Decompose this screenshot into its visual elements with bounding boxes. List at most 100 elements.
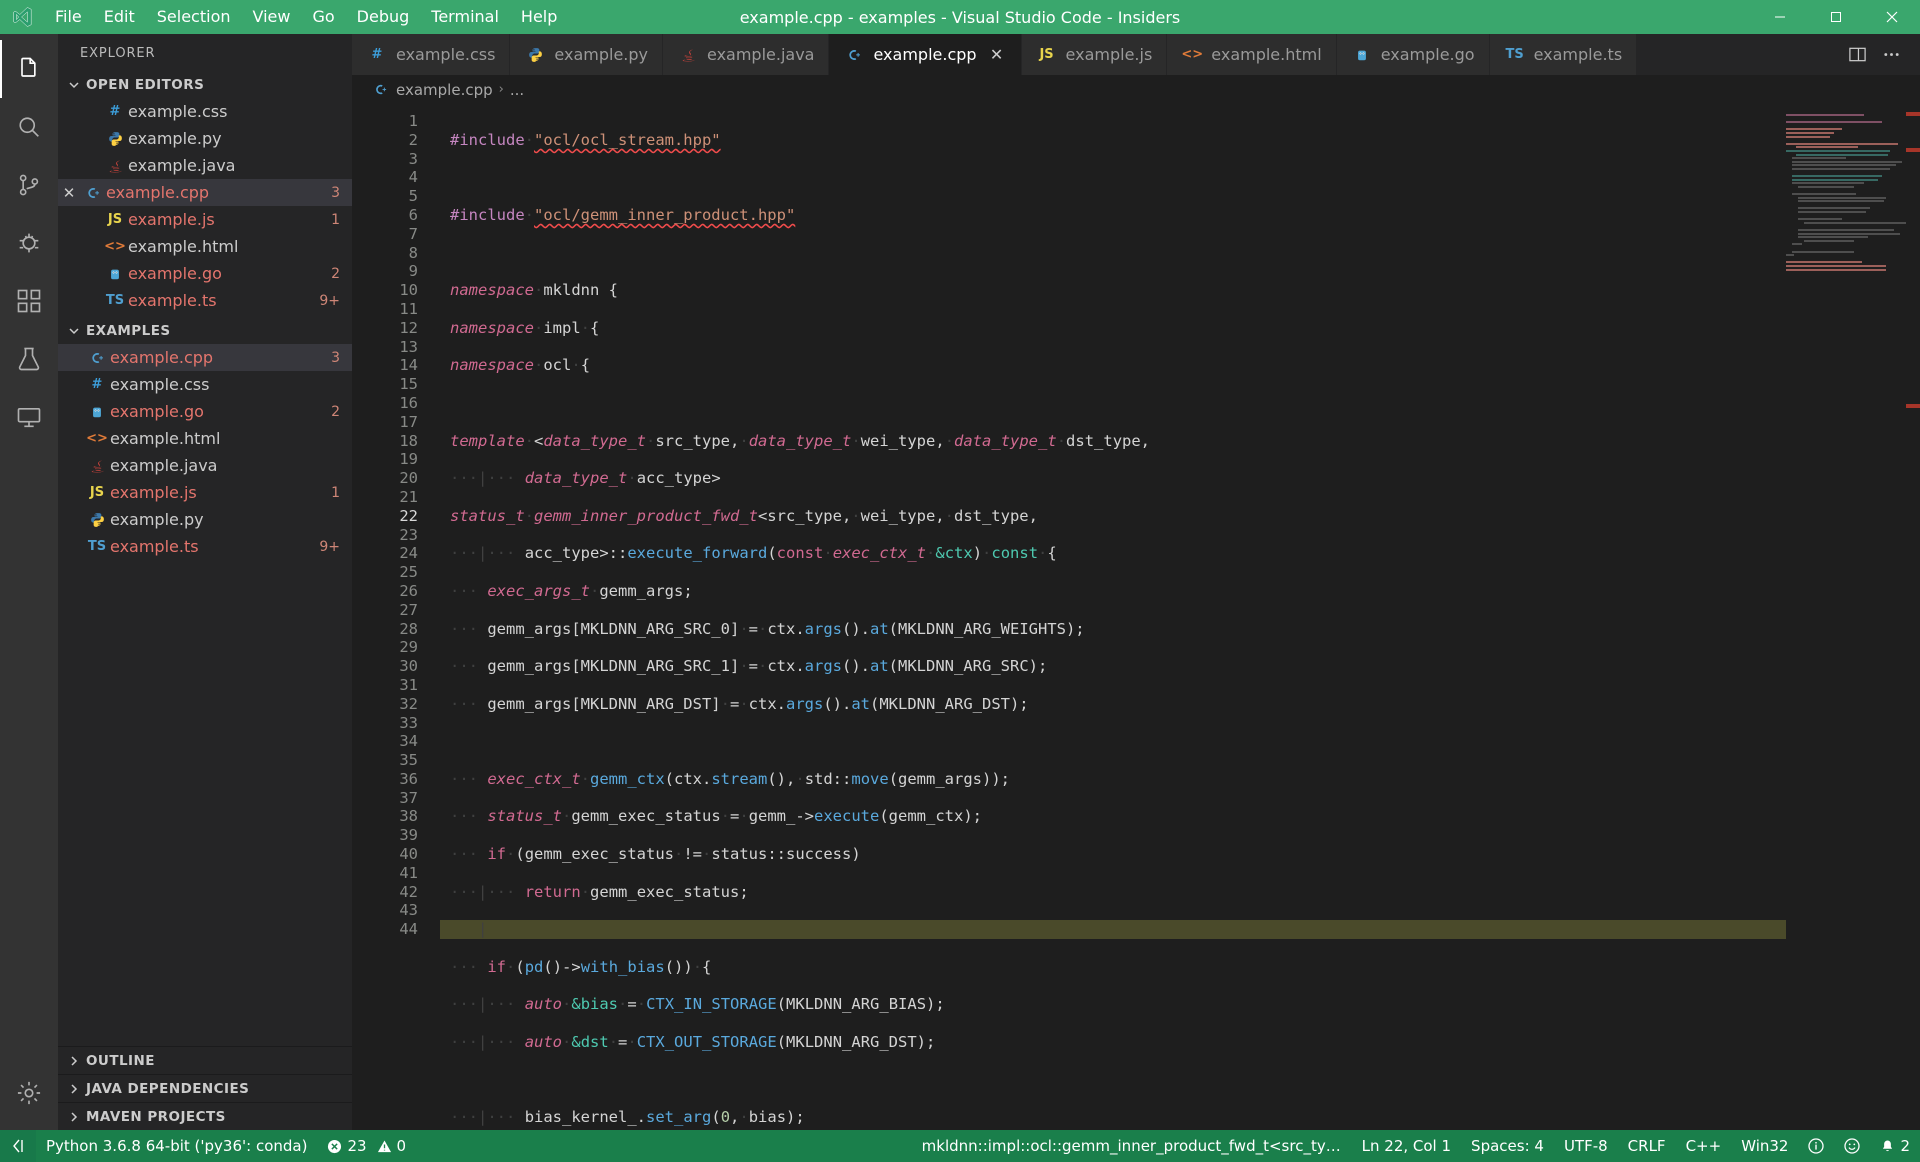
code-editor[interactable]: 123 456 789 101112 131415 161718 192021 … (352, 104, 1920, 1130)
menu-file[interactable]: File (44, 3, 93, 31)
eol-status[interactable]: CRLF (1618, 1130, 1676, 1162)
file-row[interactable]: TS example.ts 9+ (58, 533, 352, 560)
python-interpreter-status[interactable]: Python 3.6.8 64-bit ('py36': conda) (36, 1130, 317, 1162)
file-row[interactable]: example.py (58, 506, 352, 533)
file-row-selected[interactable]: example.cpp 3 (58, 344, 352, 371)
tab-example-css[interactable]: # example.css (352, 34, 510, 75)
line-number: 33 (352, 714, 418, 733)
tab-example-html[interactable]: <> example.html (1167, 34, 1336, 75)
open-editor-row-selected[interactable]: ✕ example.cpp 3 (58, 179, 352, 206)
file-row[interactable]: example.go 2 (58, 398, 352, 425)
tab-example-py[interactable]: example.py (510, 34, 663, 75)
open-editor-label: example.go (128, 264, 222, 283)
ts-icon: TS (84, 539, 110, 554)
warning-count: 0 (397, 1137, 407, 1155)
line-number: 41 (352, 864, 418, 883)
open-editor-row[interactable]: ✕ example.go 2 (58, 260, 352, 287)
status-bar: Python 3.6.8 64-bit ('py36': conda) 23 0… (0, 1130, 1920, 1162)
tab-example-go[interactable]: example.go (1337, 34, 1490, 75)
code-line: namespace·ocl·{ (440, 356, 1920, 375)
activity-source-control[interactable] (0, 156, 58, 214)
remote-indicator-icon (10, 1138, 26, 1154)
activity-testing[interactable] (0, 330, 58, 388)
code-line: ··· if·(pd()->with_bias())·{ (440, 958, 1920, 977)
breadcrumb[interactable]: example.cpp › ... (352, 75, 1920, 104)
tab-example-java[interactable]: example.java (663, 34, 829, 75)
code-line: ··· status_t·gemm_exec_status·=·gemm_->e… (440, 807, 1920, 826)
file-row[interactable]: # example.css (58, 371, 352, 398)
file-row[interactable]: <> example.html (58, 425, 352, 452)
open-editor-row[interactable]: ✕ TS example.ts 9+ (58, 287, 352, 314)
js-icon: JS (84, 485, 110, 500)
breadcrumb-file[interactable]: example.cpp (396, 81, 493, 99)
tab-example-js[interactable]: JS example.js (1022, 34, 1168, 75)
activity-debug[interactable] (0, 214, 58, 272)
section-outline[interactable]: OUTLINE (58, 1046, 352, 1074)
workbench-body: EXPLORER OPEN EDITORS ✕ # example.css ✕ … (0, 34, 1920, 1130)
maximize-button[interactable] (1808, 0, 1864, 34)
section-examples[interactable]: EXAMPLES (58, 318, 352, 344)
tab-label: example.js (1066, 45, 1153, 64)
editor-scrollbar[interactable] (1906, 104, 1920, 1130)
editor-symbol-path-status[interactable]: mkldnn::impl::ocl::gemm_inner_product_fw… (912, 1130, 1352, 1162)
ellipsis-icon[interactable] (1876, 40, 1906, 70)
section-maven-projects-label: MAVEN PROJECTS (86, 1109, 226, 1125)
tab-example-ts[interactable]: TS example.ts (1490, 34, 1638, 75)
code-lines[interactable]: #include·"ocl/ocl_stream.hpp" #include·"… (440, 104, 1920, 1130)
open-editor-row[interactable]: ✕ <> example.html (58, 233, 352, 260)
menu-help[interactable]: Help (510, 3, 568, 31)
encoding-status[interactable]: UTF-8 (1554, 1130, 1618, 1162)
close-icon[interactable]: ✕ (58, 184, 80, 202)
problems-status[interactable]: 23 0 (317, 1130, 416, 1162)
open-editor-row[interactable]: ✕ # example.css (58, 98, 352, 125)
css-icon: # (84, 377, 110, 392)
close-icon[interactable]: ✕ (987, 45, 1007, 65)
activity-explorer[interactable] (0, 40, 58, 98)
menu-bar: File Edit Selection View Go Debug Termin… (44, 3, 568, 31)
tab-example-cpp[interactable]: example.cpp ✕ (829, 34, 1021, 75)
cpp-icon (80, 185, 106, 201)
activity-search[interactable] (0, 98, 58, 156)
language-mode-status[interactable]: C++ (1676, 1130, 1732, 1162)
section-maven-projects[interactable]: MAVEN PROJECTS (58, 1102, 352, 1130)
notifications-status[interactable]: 2 (1870, 1130, 1920, 1162)
menu-terminal[interactable]: Terminal (420, 3, 510, 31)
cpp-icon (843, 47, 865, 63)
line-number: 30 (352, 657, 418, 676)
minimize-button[interactable] (1752, 0, 1808, 34)
file-row[interactable]: example.java (58, 452, 352, 479)
menu-debug[interactable]: Debug (346, 3, 421, 31)
cpp-icon (84, 350, 110, 366)
html-icon: <> (1181, 47, 1203, 62)
python-icon (84, 512, 110, 527)
cursor-position-label: Ln 22, Col 1 (1362, 1137, 1451, 1155)
open-editor-row[interactable]: ✕ example.py (58, 125, 352, 152)
remote-indicator[interactable] (0, 1130, 36, 1162)
open-editor-row[interactable]: ✕ JS example.js 1 (58, 206, 352, 233)
open-editor-row[interactable]: ✕ example.java (58, 152, 352, 179)
activity-remote-explorer[interactable] (0, 388, 58, 446)
go-icon (84, 405, 110, 419)
breadcrumb-rest[interactable]: ... (510, 81, 524, 99)
activity-manage[interactable] (0, 1064, 58, 1122)
line-number: 9 (352, 262, 418, 281)
section-open-editors[interactable]: OPEN EDITORS (58, 72, 352, 98)
css-icon: # (102, 104, 128, 119)
cursor-position-status[interactable]: Ln 22, Col 1 (1352, 1130, 1461, 1162)
menu-view[interactable]: View (242, 3, 302, 31)
menu-go[interactable]: Go (301, 3, 345, 31)
split-editor-icon[interactable] (1842, 40, 1872, 70)
smiley-feedback-status[interactable] (1834, 1130, 1870, 1162)
chevron-down-icon (66, 77, 82, 93)
file-row[interactable]: JS example.js 1 (58, 479, 352, 506)
activity-extensions[interactable] (0, 272, 58, 330)
platform-status[interactable]: Win32 (1731, 1130, 1798, 1162)
info-status[interactable] (1798, 1130, 1834, 1162)
menu-edit[interactable]: Edit (93, 3, 146, 31)
file-label: example.js (110, 483, 197, 502)
indentation-status[interactable]: Spaces: 4 (1461, 1130, 1554, 1162)
menu-selection[interactable]: Selection (146, 3, 242, 31)
close-button[interactable] (1864, 0, 1920, 34)
section-outline-label: OUTLINE (86, 1053, 155, 1069)
section-java-dependencies[interactable]: JAVA DEPENDENCIES (58, 1074, 352, 1102)
